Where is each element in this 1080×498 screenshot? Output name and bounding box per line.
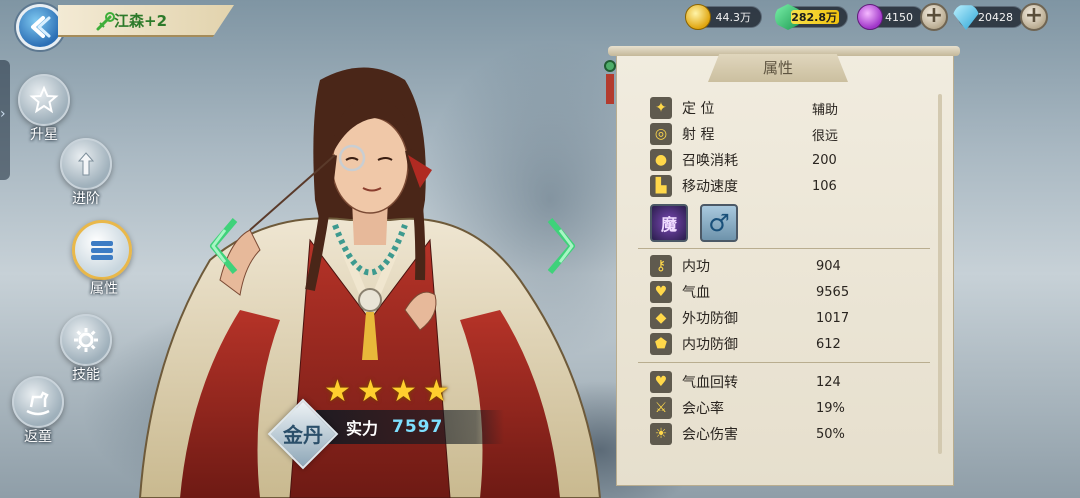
attr-row-hp-regen: ♥ 气血回转 124 [650, 370, 930, 394]
star-icon: ★ [324, 374, 351, 409]
attr-row-summon-cost: ● 召唤消耗 200 [650, 148, 930, 172]
attr-row-range: ◎ 射 程 很远 [650, 122, 930, 146]
divider [638, 362, 930, 363]
gold-amount: 44.3万 [715, 11, 752, 24]
power-label: 实力 [346, 419, 379, 438]
tassel-icon [606, 74, 614, 104]
hero-name: 江森+2 [114, 11, 168, 30]
male-icon: ♂ [708, 209, 730, 237]
gear-icon [74, 328, 98, 352]
sun-icon: ☀ [650, 423, 672, 445]
crit-icon: ⚔ [650, 397, 672, 419]
drop-icon: ● [650, 149, 672, 171]
purple-orb-icon [857, 4, 883, 30]
support-role-icon [96, 12, 115, 31]
star-icon: ★ [357, 374, 384, 409]
boot-icon: ▙ [650, 175, 672, 197]
back-arrow-icon [31, 16, 51, 38]
faction-badge[interactable]: 魔 [650, 204, 688, 242]
attr-row-hp: ♥ 气血 9565 [650, 280, 930, 304]
rank-text: 金丹 [283, 423, 323, 447]
heart-plus-icon: ♥ [650, 371, 672, 393]
attr-row-role: ✦ 定 位 辅助 [650, 96, 930, 120]
gender-badge[interactable]: ♂ [700, 204, 738, 242]
attribute-panel: 属性 ✦ 定 位 辅助 ◎ 射 程 很远 ● 召唤消耗 200 ▙ 移动速度 1… [604, 46, 960, 486]
power-plate: 实力 7597 [316, 410, 504, 444]
diamond-counter: 20428 [953, 5, 1024, 30]
rank-badge: 金丹 [267, 398, 339, 470]
jade-counter: 282.8万 [775, 4, 848, 30]
attr-row-move-speed: ▙ 移动速度 106 [650, 174, 930, 198]
jade-amount: 282.8万 [791, 11, 837, 24]
hero-name-banner: 江森+2 [58, 5, 234, 37]
wand-icon: ⚷ [650, 255, 672, 277]
prev-hero-arrow[interactable] [205, 216, 239, 276]
rocking-horse-icon [26, 391, 50, 416]
attr-row-inner-power: ⚷ 内功 904 [650, 254, 930, 278]
attr-row-inner-defense: ⬟ 内功防御 612 [650, 332, 930, 356]
attr-row-crit-rate: ⚔ 会心率 19% [650, 396, 930, 420]
orb-counter: 4150 [857, 4, 924, 30]
attr-row-crit-damage: ☀ 会心伤害 50% [650, 422, 930, 446]
star-icon [29, 85, 59, 114]
side-nav: › 升星 进阶 属性 技能 返童 [0, 60, 132, 498]
nav-item-rejuvenate[interactable]: 返童 [0, 376, 70, 456]
arrow-up-icon [77, 152, 95, 176]
heart-icon: ♥ [650, 281, 672, 303]
power-value: 7597 [392, 417, 444, 437]
hero-tags: 魔 ♂ [650, 204, 738, 242]
list-icon [91, 241, 113, 260]
add-diamond-button[interactable]: + [1020, 3, 1048, 31]
nav-item-advance[interactable]: 进阶 [48, 138, 118, 218]
role-icon: ✦ [650, 97, 672, 119]
panel-title: 属性 [708, 54, 848, 82]
gold-counter: 44.3万 [685, 4, 762, 30]
next-hero-arrow[interactable] [546, 216, 580, 276]
gold-coin-icon [685, 4, 711, 30]
scroll-knob-icon [604, 60, 616, 72]
shield-icon: ⬟ [650, 333, 672, 355]
star-icon: ★ [423, 374, 450, 409]
diamond-amount: 20428 [978, 10, 1013, 24]
shield-icon: ◆ [650, 307, 672, 329]
add-orb-button[interactable]: + [920, 3, 948, 31]
attr-row-outer-defense: ◆ 外功防御 1017 [650, 306, 930, 330]
star-rating: ★ ★ ★ ★ [322, 376, 452, 410]
divider [638, 248, 930, 249]
panel-scrollbar[interactable] [938, 94, 942, 454]
target-icon: ◎ [650, 123, 672, 145]
back-button[interactable] [16, 4, 64, 50]
orb-amount: 4150 [885, 10, 913, 24]
star-icon: ★ [390, 374, 417, 409]
